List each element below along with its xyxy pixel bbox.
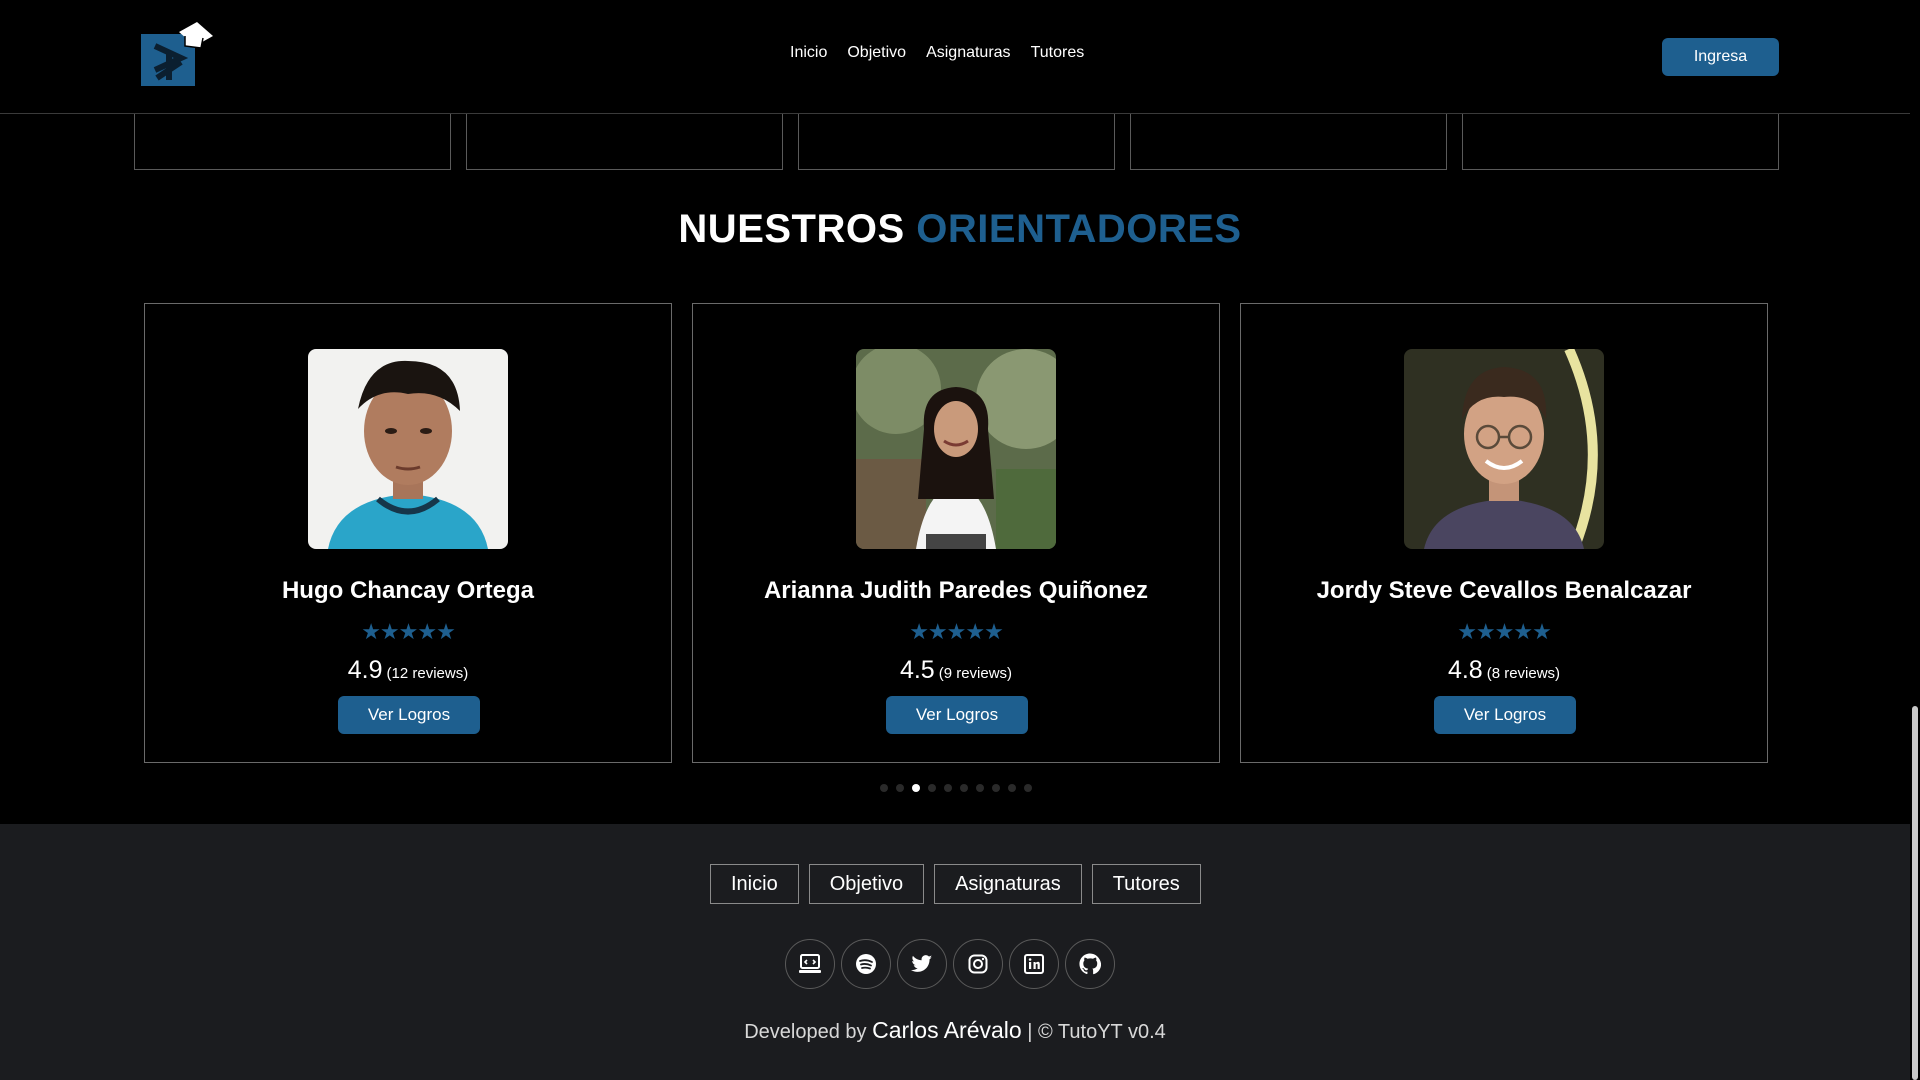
twitter-icon[interactable]	[897, 939, 947, 989]
carousel-dot[interactable]	[944, 784, 952, 792]
tutor-card: Arianna Judith Paredes Quiñonez ★★★★★ 4.…	[692, 303, 1220, 763]
review-count: (9 reviews)	[938, 665, 1013, 682]
site-logo[interactable]	[141, 18, 213, 88]
nav-link-inicio[interactable]: Inicio	[790, 44, 827, 62]
tutor-name: Arianna Judith Paredes Quiñonez	[763, 577, 1149, 604]
review-count: (12 reviews)	[386, 665, 469, 682]
partial-card	[1130, 114, 1447, 170]
footer-link-asignaturas[interactable]: Asignaturas	[934, 864, 1082, 904]
navbar: Inicio Objetivo Asignaturas Tutores Ingr…	[0, 0, 1910, 114]
carousel-dot[interactable]	[992, 784, 1000, 792]
tutor-rating: 4.5 (9 reviews)	[693, 656, 1219, 685]
instagram-icon[interactable]	[953, 939, 1003, 989]
scrollbar-thumb[interactable]	[1912, 706, 1918, 1080]
footer: Inicio Objetivo Asignaturas Tutores Deve…	[0, 824, 1910, 1080]
footer-link-inicio[interactable]: Inicio	[710, 864, 799, 904]
ver-logros-button[interactable]: Ver Logros	[338, 696, 480, 734]
nav-link-asignaturas[interactable]: Asignaturas	[926, 44, 1011, 62]
partial-card	[1462, 114, 1779, 170]
star-rating-icon: ★★★★★	[361, 619, 456, 644]
carousel-dot[interactable]	[928, 784, 936, 792]
github-icon[interactable]	[1065, 939, 1115, 989]
footer-link-tutores[interactable]: Tutores	[1091, 864, 1201, 904]
carousel-dot[interactable]	[976, 784, 984, 792]
carousel-dot[interactable]	[896, 784, 904, 792]
footer-credit: Developed by Carlos Arévalo | © TutoYT v…	[0, 1017, 1910, 1044]
carousel-dots	[880, 784, 1032, 792]
tutor-card: Hugo Chancay Ortega ★★★★★ 4.9 (12 reviews…	[144, 303, 672, 763]
rating-value: 4.8	[1447, 656, 1483, 684]
section-title-main: NUESTROS	[678, 207, 905, 251]
linkedin-icon[interactable]	[1009, 939, 1059, 989]
ver-logros-button[interactable]: Ver Logros	[1434, 696, 1576, 734]
footer-nav: Inicio Objetivo Asignaturas Tutores	[710, 864, 1201, 904]
carousel-dot-active[interactable]	[912, 784, 920, 792]
social-links	[785, 939, 1115, 989]
credit-suffix: | © TutoYT v0.4	[1027, 1021, 1166, 1043]
tutor-name: Jordy Steve Cevallos Benalcazar	[1316, 577, 1692, 604]
tutor-photo	[1404, 349, 1604, 549]
nav-link-objetivo[interactable]: Objetivo	[847, 44, 906, 62]
carousel-dot[interactable]	[1008, 784, 1016, 792]
login-button[interactable]: Ingresa	[1662, 38, 1779, 76]
tutor-photo	[856, 349, 1056, 549]
partial-card	[134, 114, 451, 170]
spotify-icon[interactable]	[841, 939, 891, 989]
credit-prefix: Developed by	[744, 1021, 867, 1043]
tutor-rating: 4.8 (8 reviews)	[1241, 656, 1767, 685]
section-title: NUESTROS ORIENTADORES	[0, 207, 1920, 252]
carousel-dot[interactable]	[1024, 784, 1032, 792]
carousel-dot[interactable]	[880, 784, 888, 792]
tutor-name: Hugo Chancay Ortega	[281, 577, 535, 604]
footer-link-objetivo[interactable]: Objetivo	[808, 864, 925, 904]
rating-value: 4.9	[347, 656, 383, 684]
ver-logros-button[interactable]: Ver Logros	[886, 696, 1028, 734]
tutor-rating: 4.9 (12 reviews)	[145, 656, 671, 685]
rating-value: 4.5	[899, 656, 935, 684]
partial-card	[466, 114, 783, 170]
partial-card	[798, 114, 1115, 170]
credit-author: Carlos Arévalo	[872, 1017, 1022, 1043]
website-icon[interactable]	[785, 939, 835, 989]
previous-section-cards	[134, 114, 1779, 170]
review-count: (8 reviews)	[1486, 665, 1561, 682]
main-nav: Inicio Objetivo Asignaturas Tutores	[790, 44, 1084, 62]
section-title-accent: ORIENTADORES	[916, 207, 1242, 251]
star-rating-icon: ★★★★★	[1457, 619, 1552, 644]
star-rating-icon: ★★★★★	[909, 619, 1004, 644]
carousel-dot[interactable]	[960, 784, 968, 792]
tutor-card: Jordy Steve Cevallos Benalcazar ★★★★★ 4.…	[1240, 303, 1768, 763]
nav-link-tutores[interactable]: Tutores	[1031, 44, 1085, 62]
tutor-photo	[308, 349, 508, 549]
